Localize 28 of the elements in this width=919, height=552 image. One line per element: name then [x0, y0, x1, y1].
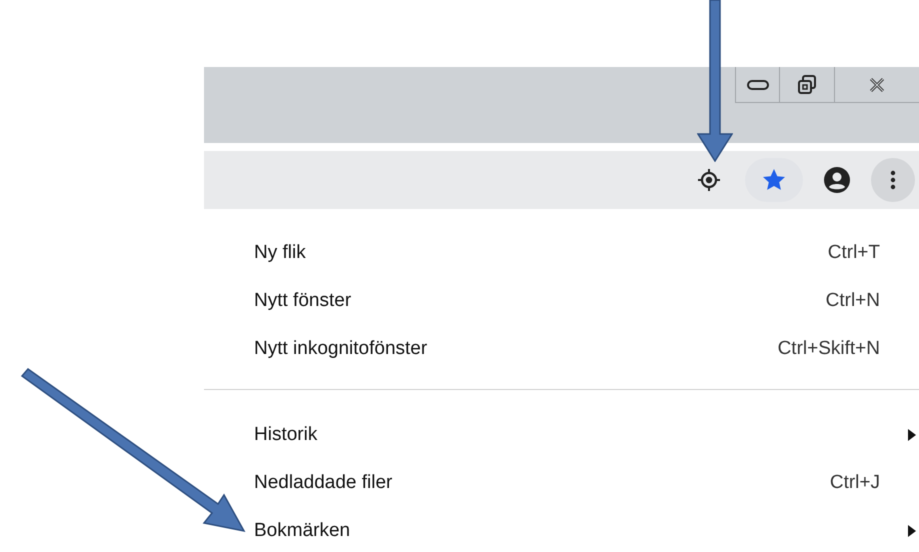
minimize-icon [746, 80, 768, 90]
menu-button[interactable] [871, 158, 915, 202]
menu-item[interactable]: Bokmärken [204, 507, 919, 552]
shortcut-label: Ctrl+N [826, 288, 880, 313]
shortcut-label: Ctrl+J [830, 470, 880, 495]
shortcut-label: Ctrl+Skift+N [778, 336, 880, 361]
menu-item[interactable]: Historik [204, 411, 919, 459]
star-icon [762, 168, 786, 192]
target-icon [698, 169, 720, 191]
menu-item[interactable]: Nytt fönster Ctrl+N [204, 277, 919, 325]
menu-item-label: Nytt fönster [254, 288, 352, 313]
bookmark-button[interactable] [745, 158, 803, 202]
more-icon [890, 170, 896, 190]
menu-item[interactable]: Ny flik Ctrl+T [204, 229, 919, 277]
account-icon [824, 167, 850, 193]
submenu-arrow-icon [908, 429, 916, 441]
menu-item[interactable]: Nedladdade filer Ctrl+J [204, 459, 919, 507]
menu-item-label: Nedladdade filer [254, 470, 394, 495]
menu-item-label: Nytt inkognitofönster [254, 336, 428, 361]
restore-button[interactable] [779, 67, 835, 102]
menu-item-label: Historik [254, 422, 318, 447]
menu-item-label: Ny flik [254, 240, 307, 265]
menu-item-label: Bokmärken [254, 518, 352, 543]
close-icon [869, 76, 885, 92]
shortcut-label: Ctrl+T [828, 240, 880, 265]
submenu-arrow-icon [908, 525, 916, 537]
restore-icon [797, 74, 817, 94]
menu-item[interactable]: Nytt inkognitofönster Ctrl+Skift+N [204, 325, 919, 373]
